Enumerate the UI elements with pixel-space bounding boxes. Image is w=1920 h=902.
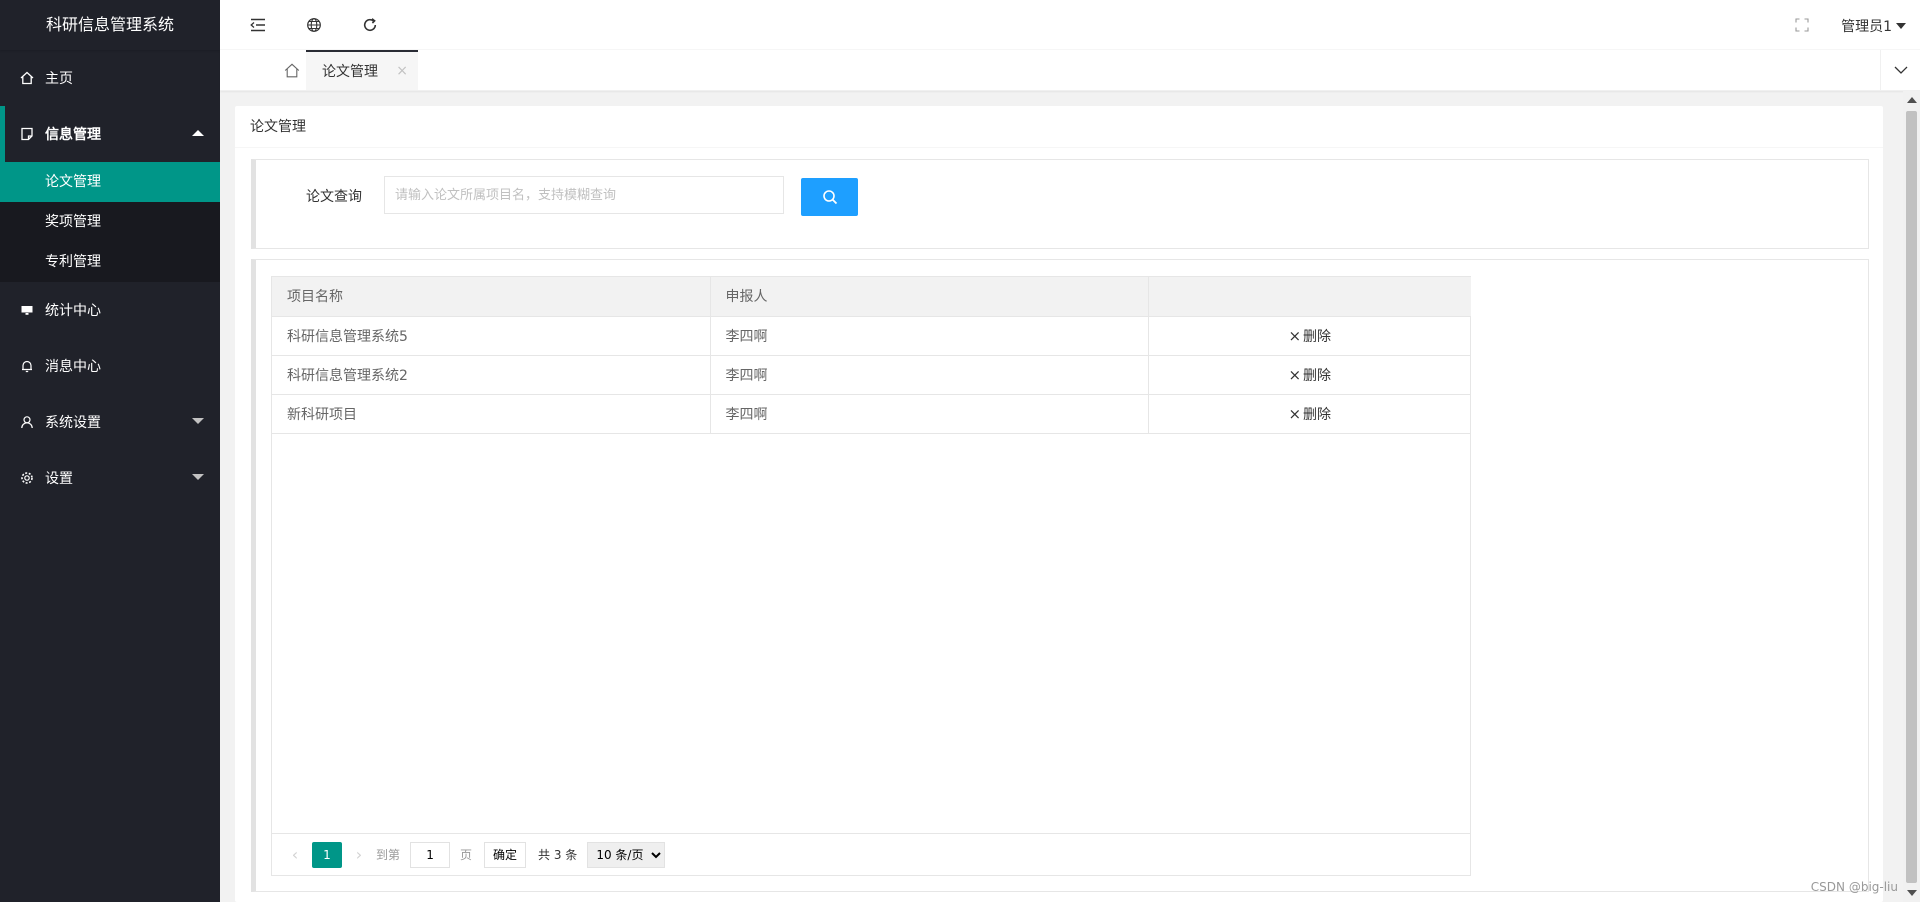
goto-confirm-button[interactable]: 确定 xyxy=(484,841,527,868)
scroll-down-icon[interactable] xyxy=(1907,890,1917,896)
prev-page-icon[interactable]: ‹ xyxy=(284,842,306,868)
gear-icon xyxy=(20,471,34,485)
cell-project-name: 科研信息管理系统2 xyxy=(272,355,711,395)
sidebar-item-award-management[interactable]: 奖项管理 xyxy=(0,202,220,242)
vertical-scrollbar[interactable] xyxy=(1903,91,1920,902)
watermark: CSDN @big-liu xyxy=(1810,880,1898,894)
content-card: 论文管理 论文查询 项目名称 申报人 科研信息管理系统5 xyxy=(235,106,1883,902)
monitor-icon xyxy=(20,303,34,317)
tabs-bar: 论文管理 × xyxy=(220,50,1920,91)
fullscreen-icon[interactable] xyxy=(1792,15,1812,35)
sidebar-item-label: 统计中心 xyxy=(45,303,101,319)
close-icon: × xyxy=(1288,326,1302,345)
column-header xyxy=(1148,277,1471,317)
total-count: 共 3 条 xyxy=(538,848,578,862)
table-row: 新科研项目 李四啊 × 删除 xyxy=(272,394,1471,434)
cell-applicant: 李四啊 xyxy=(710,355,1149,395)
cell-project-name: 科研信息管理系统5 xyxy=(272,316,711,356)
delete-label: 删除 xyxy=(1303,367,1332,384)
scrollbar-thumb[interactable] xyxy=(1906,111,1917,883)
chevron-down-icon xyxy=(192,474,204,480)
close-icon[interactable]: × xyxy=(396,63,408,79)
table-row: 科研信息管理系统2 李四啊 × 删除 xyxy=(272,355,1471,395)
page-number-current[interactable]: 1 xyxy=(312,841,342,868)
close-icon: × xyxy=(1288,404,1302,423)
card-title: 论文管理 xyxy=(235,106,1883,148)
user-icon xyxy=(20,415,34,429)
search-button[interactable] xyxy=(801,178,858,216)
search-label: 论文查询 xyxy=(306,189,362,205)
sidebar-item-info-management[interactable]: 信息管理 xyxy=(0,106,220,162)
sidebar-item-label: 系统设置 xyxy=(45,415,101,431)
app-title: 科研信息管理系统 xyxy=(0,0,220,50)
tab-paper-management[interactable]: 论文管理 × xyxy=(306,50,418,90)
delete-button[interactable]: × 删除 xyxy=(1288,404,1331,424)
cell-project-name: 新科研项目 xyxy=(272,394,711,434)
scroll-up-icon[interactable] xyxy=(1907,97,1917,103)
search-input[interactable] xyxy=(384,176,784,214)
refresh-icon[interactable] xyxy=(360,15,380,35)
next-page-icon[interactable]: › xyxy=(348,842,370,868)
sidebar-item-home[interactable]: 主页 xyxy=(0,50,220,106)
data-table: 项目名称 申报人 科研信息管理系统5 李四啊 × 删除 科研信息管理系统2 李四啊 xyxy=(271,276,1471,876)
sidebar-item-label: 消息中心 xyxy=(45,359,101,375)
chevron-up-icon xyxy=(192,130,204,136)
menu-fold-icon[interactable] xyxy=(248,15,268,35)
delete-button[interactable]: × 删除 xyxy=(1288,326,1331,346)
sidebar: 科研信息管理系统 主页 信息管理 论文管理 奖项管理 专利管理 统计中心 消息中… xyxy=(0,0,220,902)
tabs-menu-button[interactable] xyxy=(1880,50,1920,90)
user-menu[interactable]: 管理员1 xyxy=(1841,16,1906,36)
top-header: 管理员1 xyxy=(220,0,1920,50)
table-header-row: 项目名称 申报人 xyxy=(272,277,1471,317)
sidebar-item-system-settings[interactable]: 系统设置 xyxy=(0,394,220,450)
note-icon xyxy=(20,127,34,141)
sidebar-item-label: 信息管理 xyxy=(45,127,101,143)
caret-down-icon xyxy=(1896,23,1906,29)
delete-label: 删除 xyxy=(1303,328,1332,345)
table-panel: 项目名称 申报人 科研信息管理系统5 李四啊 × 删除 科研信息管理系统2 李四啊 xyxy=(251,259,1869,892)
sidebar-subnav: 论文管理 奖项管理 专利管理 xyxy=(0,162,220,282)
search-icon xyxy=(822,190,837,205)
column-header[interactable]: 申报人 xyxy=(710,277,1149,317)
bell-icon xyxy=(20,359,34,373)
chevron-down-icon xyxy=(1894,66,1907,74)
delete-button[interactable]: × 删除 xyxy=(1288,365,1331,385)
sidebar-item-label: 设置 xyxy=(45,471,73,487)
close-icon: × xyxy=(1288,365,1302,384)
page-size-select[interactable]: 10 条/页 xyxy=(587,841,666,868)
sidebar-item-messages[interactable]: 消息中心 xyxy=(0,338,220,394)
goto-label: 到第 xyxy=(376,848,401,862)
sidebar-item-statistics[interactable]: 统计中心 xyxy=(0,282,220,338)
table-row: 科研信息管理系统5 李四啊 × 删除 xyxy=(272,316,1471,356)
sidebar-item-settings[interactable]: 设置 xyxy=(0,450,220,506)
sidebar-item-paper-management[interactable]: 论文管理 xyxy=(0,162,220,202)
cell-applicant: 李四啊 xyxy=(710,316,1149,356)
delete-label: 删除 xyxy=(1303,406,1332,423)
goto-page-input[interactable] xyxy=(410,841,451,868)
globe-icon[interactable] xyxy=(304,15,324,35)
chevron-down-icon xyxy=(192,418,204,424)
tab-label: 论文管理 xyxy=(322,64,378,80)
user-name: 管理员1 xyxy=(1841,19,1892,35)
cell-applicant: 李四啊 xyxy=(710,394,1149,434)
column-header[interactable]: 项目名称 xyxy=(272,277,711,317)
pagination: ‹ 1 › 到第 页 确定 共 3 条 10 条/页 xyxy=(272,833,1470,875)
sidebar-item-label: 主页 xyxy=(45,71,73,87)
sidebar-item-patent-management[interactable]: 专利管理 xyxy=(0,242,220,282)
search-panel: 论文查询 xyxy=(251,159,1869,249)
home-icon xyxy=(20,71,34,85)
page-suffix: 页 xyxy=(460,848,473,862)
